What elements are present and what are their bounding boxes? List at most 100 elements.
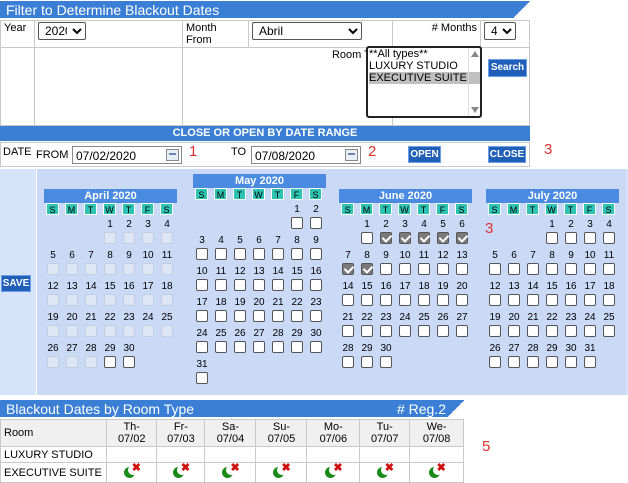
day-checkbox[interactable] <box>603 294 615 306</box>
availability-cell[interactable]: ✖ <box>105 462 158 483</box>
moon-blocked-icon[interactable]: ✖ <box>271 462 291 478</box>
day-checkbox[interactable] <box>291 248 303 260</box>
moon-blocked-icon[interactable]: ✖ <box>427 462 447 478</box>
search-button[interactable]: Search <box>488 59 527 77</box>
day-checkbox-checked[interactable] <box>437 232 449 244</box>
day-checkbox[interactable] <box>272 341 284 353</box>
day-checkbox[interactable] <box>418 294 430 306</box>
day-checkbox[interactable] <box>527 294 539 306</box>
availability-cell[interactable]: ✖ <box>409 462 464 483</box>
day-checkbox[interactable] <box>196 279 208 291</box>
room-type-option[interactable]: LUXURY STUDIO <box>369 60 480 72</box>
day-checkbox[interactable] <box>584 356 596 368</box>
moon-blocked-icon[interactable]: ✖ <box>375 462 395 478</box>
day-checkbox[interactable] <box>272 279 284 291</box>
availability-cell[interactable]: ✖ <box>255 462 308 483</box>
room-type-listbox[interactable]: **All types** LUXURY STUDIO EXECUTIVE SU… <box>366 46 482 118</box>
day-checkbox[interactable] <box>456 263 468 275</box>
day-checkbox[interactable] <box>253 341 265 353</box>
day-checkbox[interactable] <box>291 310 303 322</box>
day-checkbox[interactable] <box>380 263 392 275</box>
day-checkbox[interactable] <box>584 232 596 244</box>
day-checkbox[interactable] <box>437 325 449 337</box>
day-checkbox[interactable] <box>546 232 558 244</box>
day-checkbox[interactable] <box>565 232 577 244</box>
day-checkbox[interactable] <box>418 263 430 275</box>
day-checkbox[interactable] <box>215 310 227 322</box>
day-checkbox[interactable] <box>565 356 577 368</box>
room-type-option-selected[interactable]: EXECUTIVE SUITE <box>369 72 480 84</box>
day-checkbox[interactable] <box>603 263 615 275</box>
calendar-icon[interactable] <box>345 149 358 161</box>
day-checkbox[interactable] <box>310 310 322 322</box>
day-checkbox[interactable] <box>399 294 411 306</box>
day-checkbox[interactable] <box>234 341 246 353</box>
day-checkbox[interactable] <box>584 294 596 306</box>
availability-cell[interactable]: ✖ <box>156 462 206 483</box>
day-checkbox[interactable] <box>565 325 577 337</box>
day-checkbox[interactable] <box>253 279 265 291</box>
day-checkbox[interactable] <box>508 263 520 275</box>
day-checkbox[interactable] <box>603 325 615 337</box>
day-checkbox-checked[interactable] <box>456 232 468 244</box>
day-checkbox[interactable] <box>196 248 208 260</box>
day-checkbox[interactable] <box>291 341 303 353</box>
day-checkbox[interactable] <box>342 325 354 337</box>
save-button[interactable]: SAVE <box>1 275 31 292</box>
day-checkbox[interactable] <box>234 248 246 260</box>
to-date-input[interactable]: 07/08/2020 <box>251 146 361 164</box>
day-checkbox[interactable] <box>437 294 449 306</box>
day-checkbox[interactable] <box>104 356 116 368</box>
day-checkbox[interactable] <box>399 325 411 337</box>
day-checkbox[interactable] <box>508 356 520 368</box>
months-select[interactable]: 4 <box>484 22 516 40</box>
day-checkbox[interactable] <box>603 232 615 244</box>
day-checkbox[interactable] <box>527 325 539 337</box>
day-checkbox-checked[interactable] <box>418 232 430 244</box>
day-checkbox[interactable] <box>291 279 303 291</box>
month-from-select[interactable]: Abril <box>252 22 362 40</box>
day-checkbox[interactable] <box>361 232 373 244</box>
day-checkbox[interactable] <box>310 248 322 260</box>
scroll-down-icon[interactable] <box>471 107 479 113</box>
moon-blocked-icon[interactable]: ✖ <box>220 462 240 478</box>
availability-cell[interactable]: ✖ <box>359 462 411 483</box>
day-checkbox[interactable] <box>527 263 539 275</box>
day-checkbox[interactable] <box>310 341 322 353</box>
day-checkbox-checked[interactable] <box>380 232 392 244</box>
day-checkbox[interactable] <box>291 217 303 229</box>
day-checkbox[interactable] <box>546 356 558 368</box>
day-checkbox[interactable] <box>546 294 558 306</box>
day-checkbox[interactable] <box>418 325 430 337</box>
day-checkbox[interactable] <box>380 325 392 337</box>
day-checkbox[interactable] <box>584 263 596 275</box>
day-checkbox[interactable] <box>310 279 322 291</box>
day-checkbox[interactable] <box>508 325 520 337</box>
day-checkbox[interactable] <box>253 248 265 260</box>
day-checkbox[interactable] <box>342 356 354 368</box>
from-date-input[interactable]: 07/02/2020 <box>72 146 182 164</box>
availability-cell[interactable]: ✖ <box>306 462 361 483</box>
day-checkbox[interactable] <box>399 263 411 275</box>
moon-blocked-icon[interactable]: ✖ <box>323 462 343 478</box>
moon-blocked-icon[interactable]: ✖ <box>171 462 191 478</box>
day-checkbox-checked[interactable] <box>399 232 411 244</box>
calendar-icon[interactable] <box>166 149 179 161</box>
day-checkbox[interactable] <box>508 294 520 306</box>
scroll-up-icon[interactable] <box>471 51 479 57</box>
year-select[interactable]: 2020 <box>38 22 86 40</box>
day-checkbox-checked[interactable] <box>342 263 354 275</box>
day-checkbox[interactable] <box>489 325 501 337</box>
day-checkbox[interactable] <box>546 263 558 275</box>
day-checkbox[interactable] <box>342 294 354 306</box>
day-checkbox[interactable] <box>380 294 392 306</box>
day-checkbox[interactable] <box>437 263 449 275</box>
day-checkbox[interactable] <box>196 341 208 353</box>
day-checkbox-checked[interactable] <box>361 263 373 275</box>
day-checkbox[interactable] <box>215 248 227 260</box>
listbox-scrollbar[interactable] <box>468 48 480 116</box>
day-checkbox[interactable] <box>489 294 501 306</box>
day-checkbox[interactable] <box>234 279 246 291</box>
day-checkbox[interactable] <box>565 263 577 275</box>
room-type-option[interactable]: **All types** <box>369 48 480 60</box>
